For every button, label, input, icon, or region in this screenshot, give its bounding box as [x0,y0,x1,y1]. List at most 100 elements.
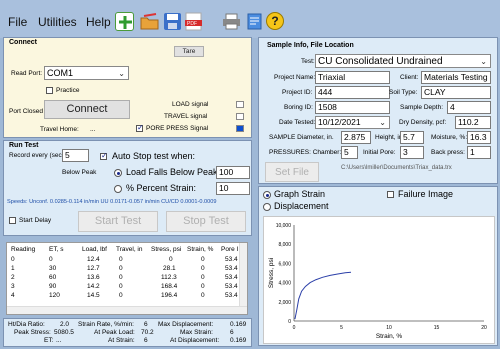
connect-title: Connect [9,39,37,46]
print-icon[interactable] [222,12,241,31]
boring-id-input[interactable]: 1508 [315,101,390,114]
failure-image-label: Failure Image [398,189,454,199]
record-every-input[interactable]: 5 [62,149,89,162]
date-tested-picker[interactable]: 10/12/2021 ⌄ [315,116,390,129]
connect-button[interactable]: Connect [44,100,130,119]
pore-press-checkbox[interactable] [136,123,144,132]
load-falls-label: Load Falls Below Peak: [126,167,221,177]
sample-depth-input[interactable]: 4 [447,101,491,114]
practice-checkbox[interactable] [46,87,53,94]
table-header: Travel, in [116,246,143,253]
initial-pore-input[interactable]: 3 [400,146,424,159]
table-vertical-scrollbar[interactable] [239,243,247,314]
table-cell: 12.7 [87,265,100,272]
moisture-input[interactable]: 16.3 [467,131,491,144]
table-cell: 3 [11,283,15,290]
sample-info-panel: Sample Info, File Location Test: CU Cons… [258,37,498,184]
table-cell: 90 [49,283,57,290]
client-input[interactable]: Materials Testing [421,71,491,84]
test-label: Test: [301,58,315,65]
table-cell: 12.4 [87,256,100,263]
y-tick-label: 8,000 [278,242,291,248]
readings-table[interactable]: Reading ET, s Load, lbf Travel, in Stres… [6,242,248,315]
open-folder-icon[interactable] [140,12,159,31]
table-cell: 4 [11,292,15,299]
table-horizontal-scrollbar[interactable] [7,306,247,314]
pdf-icon[interactable]: PDF [184,12,203,31]
chamber-label: PRESSURES: Chamber: [269,149,342,156]
pore-press-signal-indicator [236,125,244,132]
start-test-button[interactable]: Start Test [78,211,158,232]
table-cell: 0 [201,283,205,290]
load-falls-input[interactable]: 100 [216,166,250,179]
back-press-input[interactable]: 1 [467,146,491,159]
speeds-text: Speeds: Unconf. 0.0285-0.114 in/min UU 0… [7,199,217,205]
tare-button[interactable]: Tare [174,46,204,57]
table-cell: 1 [11,265,15,272]
save-icon[interactable] [163,12,182,31]
at-displacement-value: 0.169 [230,337,247,344]
read-port-select[interactable]: COM1 ⌄ [44,66,129,80]
table-cell: 53.4 [225,274,238,281]
run-test-panel: Run Test Record every (sec): 5 Auto Stop… [3,140,252,236]
table-header: ET, s [49,246,64,253]
read-port-value: COM1 [47,68,74,78]
menu-help[interactable]: Help [86,15,111,29]
y-tick-label: 6,000 [278,261,291,267]
height-input[interactable]: 5.7 [400,131,424,144]
max-strain-value: 6 [230,329,234,336]
x-tick-label: 5 [340,325,343,331]
y-tick-label: 0 [288,319,291,325]
practice-label: Practice [56,87,80,94]
back-press-label: Back press: [431,149,465,156]
table-cell: 14.2 [87,283,100,290]
stop-test-button[interactable]: Stop Test [166,211,246,232]
max-displacement-label: Max Displacement: [158,321,214,328]
displacement-radio[interactable] [263,203,271,211]
percent-strain-radio[interactable] [114,185,122,193]
stamp-icon[interactable] [245,12,264,31]
percent-strain-input[interactable]: 10 [216,182,250,195]
new-document-icon[interactable] [115,12,134,31]
file-path: C:\Users\lmiller\Documents\Triax_data.tr… [341,165,452,171]
table-header: Stress, psi [151,246,182,253]
project-name-input[interactable]: Triaxial [315,71,390,84]
project-id-label: Project ID: [282,89,313,96]
graph-strain-radio[interactable] [263,191,271,199]
diameter-input[interactable]: 2.875 [341,131,371,144]
load-falls-radio[interactable] [114,169,122,177]
ht-dia-value: 2.0 [60,321,70,328]
table-cell: 53.4 [225,265,238,272]
dry-density-input[interactable]: 110.2 [455,116,491,129]
chart-area: 0 2,000 4,000 6,000 8,000 10,000 0 5 10 15 20 Strai… [263,216,495,344]
menu-utilities[interactable]: Utilities [38,15,77,29]
table-cell: 28.1 [163,265,176,272]
table-cell: 168.4 [161,283,178,290]
chamber-input[interactable]: 5 [341,146,358,159]
project-id-input[interactable]: 444 [315,86,390,99]
port-status: Port Closed [9,108,43,115]
failure-image-checkbox[interactable] [387,191,394,198]
start-delay-checkbox[interactable] [9,217,16,224]
soil-type-input[interactable]: CLAY [421,86,491,99]
et-value: ... [56,337,62,344]
table-cell: 0 [201,292,205,299]
boring-id-label: Boring ID: [284,104,313,111]
help-icon[interactable]: ? [266,12,284,30]
stress-strain-chart: 0 2,000 4,000 6,000 8,000 10,000 0 5 10 15 20 Strai… [268,223,487,340]
peak-stress-value: 5080.5 [54,329,74,336]
set-file-button[interactable]: Set File [265,162,319,182]
stats-panel: Ht/Dia Ratio: 2.0 Strain Rate, %/min: 6 … [3,318,252,347]
table-cell: 0 [201,265,205,272]
table-cell: 13.6 [87,274,100,281]
test-select[interactable]: CU Consolidated Undrained ⌄ [315,54,491,68]
table-cell: 53.4 [225,283,238,290]
connect-panel: Connect Tare Read Port: COM1 ⌄ Practice … [3,37,252,138]
x-tick-label: 15 [434,325,440,331]
client-label: Client: [400,74,419,81]
travel-signal-indicator [236,113,244,120]
y-axis-label: Stress, psi [268,258,275,288]
auto-stop-checkbox[interactable] [100,151,108,160]
menu-file[interactable]: File [8,15,27,29]
chevron-down-icon: ⌄ [379,118,386,127]
